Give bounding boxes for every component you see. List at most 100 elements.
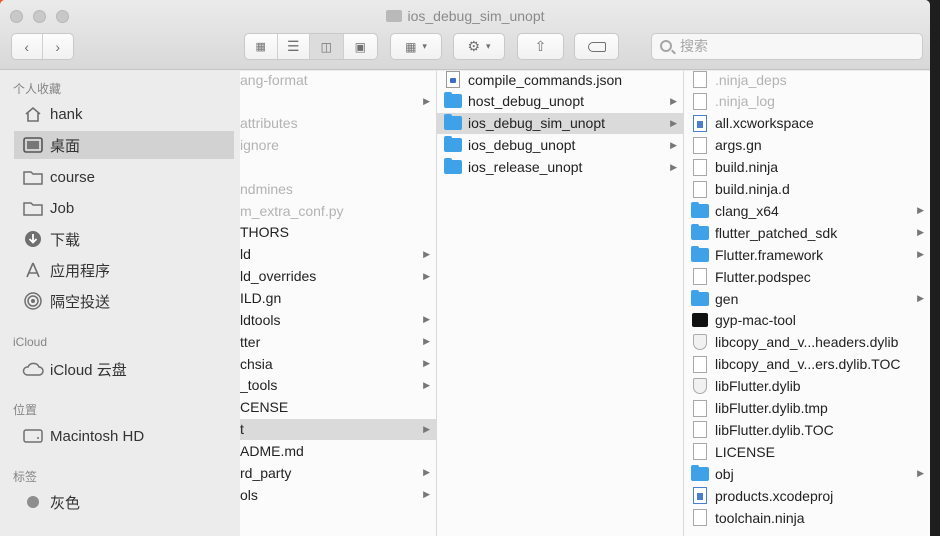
file-row[interactable]: .ninja_log [684, 91, 930, 112]
file-row[interactable]: ▶ [240, 91, 436, 112]
file-row[interactable]: Flutter.podspec [684, 266, 930, 287]
file-row[interactable]: host_debug_unopt ▶ [437, 91, 683, 112]
file-row[interactable]: args.gn [684, 135, 930, 156]
file-row[interactable]: libFlutter.dylib.TOC [684, 419, 930, 440]
tags-header: 标签 [13, 470, 38, 484]
file-row[interactable]: ols ▶ [240, 484, 436, 505]
disclosure-chevron-icon: ▶ [423, 336, 430, 347]
file-row[interactable]: chsia ▶ [240, 353, 436, 374]
disclosure-chevron-icon: ▶ [423, 248, 430, 259]
file-label: ios_debug_sim_unopt [468, 115, 605, 132]
icon-view-button[interactable]: ▦ [245, 34, 278, 59]
share-button[interactable]: ⇧ [517, 33, 564, 60]
finder-window: ios_debug_sim_unopt ‹ › ▦ ☰ ◫ ▣ ▦ ▾ ⚙ ▾ ⇧ … [0, 0, 930, 536]
file-row[interactable]: .ninja_deps [684, 71, 930, 90]
file-row[interactable]: clang_x64 ▶ [684, 200, 930, 221]
download-icon [22, 229, 44, 249]
list-icon: ☰ [286, 38, 300, 54]
disclosure-chevron-icon: ▶ [917, 227, 924, 238]
sidebar-item-course[interactable]: course [14, 163, 234, 191]
home-icon [22, 104, 44, 124]
file-row[interactable]: tter ▶ [240, 331, 436, 352]
sidebar-item-macintosh-hd[interactable]: Macintosh HD [14, 422, 234, 450]
folder-icon [444, 114, 462, 131]
sidebar-item-hank[interactable]: hank [14, 100, 234, 128]
chevron-right-icon: › [55, 38, 61, 55]
file-row[interactable]: libFlutter.dylib [684, 376, 930, 397]
file-row[interactable]: THORS [240, 222, 436, 243]
disclosure-chevron-icon: ▶ [670, 117, 677, 128]
sidebar-item-downloads[interactable]: 下载 [14, 225, 234, 253]
search-field[interactable]: 搜索 [651, 33, 923, 60]
file-row[interactable]: libcopy_and_v...headers.dylib [684, 332, 930, 353]
file-row[interactable]: ios_debug_unopt ▶ [437, 135, 683, 156]
file-row[interactable]: ios_release_unopt ▶ [437, 157, 683, 178]
sidebar-item-applications[interactable]: 应用程序 [14, 256, 234, 284]
file-row[interactable]: Flutter.framework ▶ [684, 244, 930, 265]
file-row[interactable]: build.ninja [684, 157, 930, 178]
sidebar-item-desktop[interactable]: 桌面 [14, 131, 234, 159]
file-label: flutter_patched_sdk [715, 224, 838, 241]
disclosure-chevron-icon: ▶ [423, 314, 430, 325]
titlebar: ios_debug_sim_unopt ‹ › ▦ ☰ ◫ ▣ ▦ ▾ ⚙ ▾ ⇧ … [0, 0, 930, 70]
file-row[interactable]: libFlutter.dylib.tmp [684, 398, 930, 419]
file-row[interactable]: ignore [240, 135, 436, 156]
file-label: t [240, 421, 244, 438]
file-row[interactable]: ADME.md [240, 440, 436, 461]
sidebar-item-airdrop[interactable]: 隔空投送 [14, 287, 234, 315]
back-button[interactable]: ‹ [12, 34, 43, 59]
folder-icon [444, 158, 462, 175]
tags-button[interactable] [574, 33, 619, 60]
file-label: build.ninja [715, 159, 779, 176]
file-row[interactable]: compile_commands.json [437, 71, 683, 90]
file-row[interactable]: _tools ▶ [240, 375, 436, 396]
file-row[interactable]: ld_overrides ▶ [240, 266, 436, 287]
file-label: chsia [240, 355, 273, 372]
file-row[interactable]: toolchain.ninja [684, 507, 930, 528]
action-button[interactable]: ⚙ ▾ [453, 33, 505, 60]
file-row[interactable]: rd_party ▶ [240, 462, 436, 483]
cloud-icon [22, 359, 44, 379]
file-row[interactable]: libcopy_and_v...ers.dylib.TOC [684, 354, 930, 375]
locations-header: 位置 [13, 403, 38, 417]
file-row[interactable]: ndmines [240, 178, 436, 199]
search-icon [660, 40, 672, 52]
file-row[interactable]: ldtools ▶ [240, 309, 436, 330]
file-row[interactable]: build.ninja.d [684, 179, 930, 200]
file-row[interactable]: flutter_patched_sdk ▶ [684, 222, 930, 243]
file-row[interactable]: attributes [240, 113, 436, 134]
file-row[interactable]: ang-format [240, 71, 436, 90]
file-row[interactable]: gen ▶ [684, 288, 930, 309]
xcode-document-icon [693, 487, 707, 505]
file-row[interactable]: m_extra_conf.py [240, 200, 436, 221]
group-button[interactable]: ▦ ▾ [390, 33, 442, 60]
file-row[interactable] [240, 156, 436, 177]
search-placeholder: 搜索 [680, 38, 708, 54]
folder-icon [691, 223, 709, 240]
gallery-view-button[interactable]: ▣ [344, 34, 377, 59]
file-row[interactable]: t ▶ [240, 418, 436, 440]
sidebar-item-tag-gray[interactable]: 灰色 [14, 488, 234, 516]
file-row[interactable]: ios_debug_sim_unopt ▶ [437, 112, 683, 134]
file-row[interactable]: ILD.gn [240, 288, 436, 309]
sidebar-item-icloud-drive[interactable]: iCloud 云盘 [14, 355, 234, 383]
folder-icon [444, 92, 462, 109]
file-label: libFlutter.dylib [715, 378, 801, 395]
file-row[interactable]: products.xcodeproj [684, 485, 930, 506]
sidebar-item-label: Job [50, 199, 75, 217]
file-label: ignore [240, 137, 279, 154]
file-row[interactable]: gyp-mac-tool [684, 310, 930, 331]
file-row[interactable]: CENSE [240, 397, 436, 418]
file-row[interactable]: ld ▶ [240, 244, 436, 265]
sidebar-item-label: iCloud 云盘 [50, 361, 127, 379]
list-view-button[interactable]: ☰ [278, 34, 311, 59]
disclosure-chevron-icon: ▶ [423, 95, 430, 106]
sidebar-item-job[interactable]: Job [14, 194, 234, 222]
disclosure-chevron-icon: ▶ [917, 293, 924, 303]
folder-icon [691, 289, 709, 306]
column-view-button[interactable]: ◫ [310, 34, 344, 59]
file-row[interactable]: all.xcworkspace [684, 113, 930, 134]
file-row[interactable]: LICENSE [684, 441, 930, 462]
file-row[interactable]: obj ▶ [684, 463, 930, 484]
forward-button[interactable]: › [43, 34, 73, 59]
